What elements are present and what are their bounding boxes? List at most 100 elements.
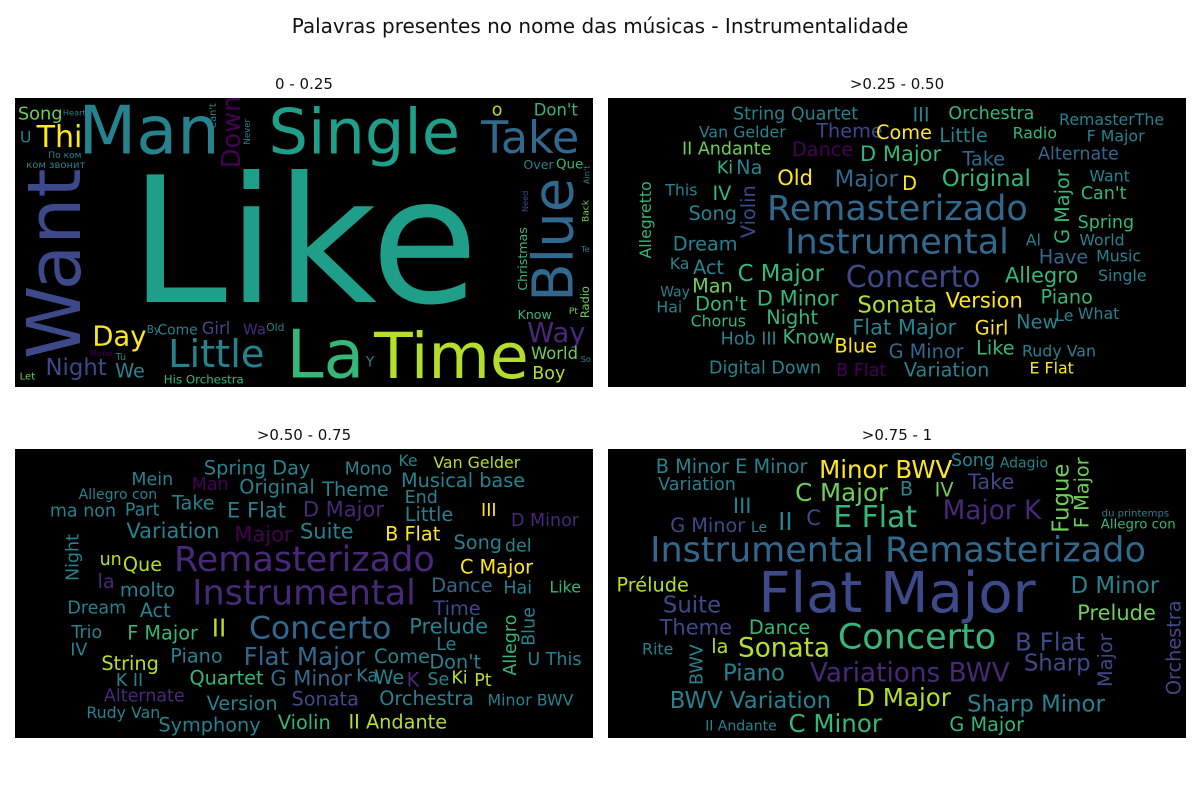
- word-2-24: Song: [688, 202, 737, 225]
- word-1-6: Little: [168, 332, 264, 377]
- panel-title-3: >0.50 - 0.75: [256, 426, 352, 444]
- word-2-1: Remasterizado: [767, 189, 1028, 229]
- word-2-65: Allegretto: [636, 181, 655, 258]
- word-2-52: This: [664, 180, 697, 199]
- word-4-14: D Minor: [1071, 573, 1160, 599]
- word-1-27: Christmas: [515, 227, 530, 291]
- panel-title-4: >0.75 - 1: [861, 426, 933, 444]
- figure-title: Palavras presentes no nome das músicas -…: [291, 14, 909, 38]
- word-2-49: Ka: [670, 254, 690, 273]
- wordcloud-svg-2: InstrumentalRemasterizadoConcertoSonataM…: [636, 104, 1164, 382]
- word-3-30: C Major: [460, 555, 533, 578]
- word-1-50: Wa: [243, 321, 266, 339]
- word-4-39: Adagio: [1000, 455, 1048, 471]
- word-4-42: Le: [751, 520, 767, 536]
- word-2-8: D Major: [860, 142, 942, 166]
- word-3-56: del: [505, 537, 532, 557]
- word-3-50: un: [100, 550, 122, 570]
- word-2-4: Major: [835, 166, 899, 192]
- wordcloud-panel-3: Instrumental Remasterizado Concerto Flat Ma…: [15, 449, 593, 738]
- word-3-41: Mono: [345, 460, 393, 480]
- word-4-31: Sharp: [1024, 650, 1091, 676]
- word-1-34: Need: [520, 191, 530, 212]
- word-2-22: Old: [777, 166, 813, 190]
- word-2-12: Violin: [737, 185, 760, 238]
- word-3-60: Ke: [398, 451, 417, 470]
- word-3-55: Rudy Van: [86, 703, 160, 722]
- word-3-10: Piano: [170, 645, 222, 668]
- word-3-67: D Minor: [511, 511, 580, 531]
- word-2-47: Le: [1055, 306, 1073, 325]
- word-3-47: Night: [64, 534, 84, 581]
- word-4-44: C: [806, 506, 821, 530]
- word-4-29: Song: [951, 451, 995, 471]
- word-1-13: Song: [18, 104, 63, 125]
- word-2-39: Hob III: [721, 330, 777, 350]
- word-2-23: Dream: [673, 233, 738, 256]
- panel-title-1: 0 - 0.25: [275, 75, 333, 93]
- wordcloud-svg-3: InstrumentalRemasterizadoConcertoFlat Ma…: [50, 451, 582, 736]
- word-2-51: Van Gelder: [699, 123, 786, 142]
- word-2-32: Digital Down: [709, 359, 821, 379]
- word-2-19: Take: [961, 148, 1005, 171]
- word-3-20: E Flat: [227, 499, 286, 523]
- word-2-43: Can't: [1081, 184, 1127, 204]
- word-3-65: III: [481, 501, 496, 521]
- word-3-4: Major: [234, 522, 293, 546]
- word-2-10: Version: [946, 289, 1023, 313]
- word-3-25: Que: [123, 553, 162, 576]
- word-3-12: Sonata: [291, 687, 358, 710]
- word-1-20: Heart: [63, 108, 87, 118]
- word-1-37: Can't: [208, 103, 219, 129]
- word-2-61: Na: [736, 156, 762, 179]
- word-2-13: G Major: [1051, 169, 1074, 244]
- wordcloud-panel-2: Instrumental Remasterizado Concerto Sonata M…: [608, 98, 1186, 387]
- word-2-33: String Quartet: [733, 104, 858, 124]
- word-1-52: So: [581, 354, 591, 364]
- word-4-26: F Major: [1071, 457, 1094, 528]
- word-3-1: Remasterizado: [174, 540, 435, 580]
- word-1-19: Know: [518, 307, 552, 322]
- word-1-61: Y: [365, 355, 375, 371]
- word-3-69: K: [407, 668, 421, 691]
- word-3-64: Blue: [519, 607, 539, 646]
- word-2-44: World: [1079, 230, 1124, 249]
- word-2-59: IV: [712, 182, 732, 205]
- word-4-24: Prélude: [617, 574, 689, 597]
- word-4-15: Prelude: [1077, 601, 1156, 625]
- word-3-19: Time: [432, 597, 480, 620]
- word-4-5: D Major: [856, 683, 952, 712]
- word-2-45: B Flat: [836, 361, 886, 381]
- word-3-2: Concerto: [249, 610, 392, 646]
- word-2-21: Little: [939, 124, 987, 147]
- word-4-13: BWV Variation: [670, 688, 831, 714]
- word-3-34: Hai: [503, 579, 532, 599]
- word-1-30: Mono: [90, 348, 112, 358]
- word-3-6: Quartet: [189, 666, 264, 689]
- word-1-1: La: [286, 316, 364, 388]
- word-2-34: Alternate: [1038, 145, 1119, 165]
- word-2-26: Variation: [904, 359, 990, 382]
- word-4-30: G Major: [949, 713, 1024, 736]
- word-4-19: G Minor: [670, 514, 745, 537]
- word-3-24: Theme: [321, 478, 389, 501]
- word-3-57: Pt: [474, 671, 492, 691]
- word-1-46: По ком: [48, 151, 81, 161]
- word-1-15: Girl: [202, 319, 231, 338]
- word-2-35: Orchestra: [948, 104, 1034, 124]
- word-1-31: Don't: [534, 101, 579, 120]
- word-1-17: Boy: [532, 364, 565, 384]
- word-3-71: Ka: [356, 666, 378, 686]
- word-3-49: End: [405, 488, 438, 508]
- word-1-5: Man: [79, 98, 220, 170]
- word-4-7: Minor BWV: [819, 455, 952, 484]
- word-2-67: Way: [660, 284, 690, 300]
- word-3-46: Man: [192, 475, 229, 495]
- word-3-70: IV: [70, 640, 87, 660]
- word-1-3: Time: [373, 319, 529, 387]
- word-3-7: F Major: [127, 622, 198, 645]
- word-1-41: Tu: [115, 352, 127, 363]
- word-3-5: Suite: [300, 519, 354, 543]
- word-1-32: ком звонит: [26, 160, 85, 171]
- word-3-39: Symphony: [158, 713, 260, 736]
